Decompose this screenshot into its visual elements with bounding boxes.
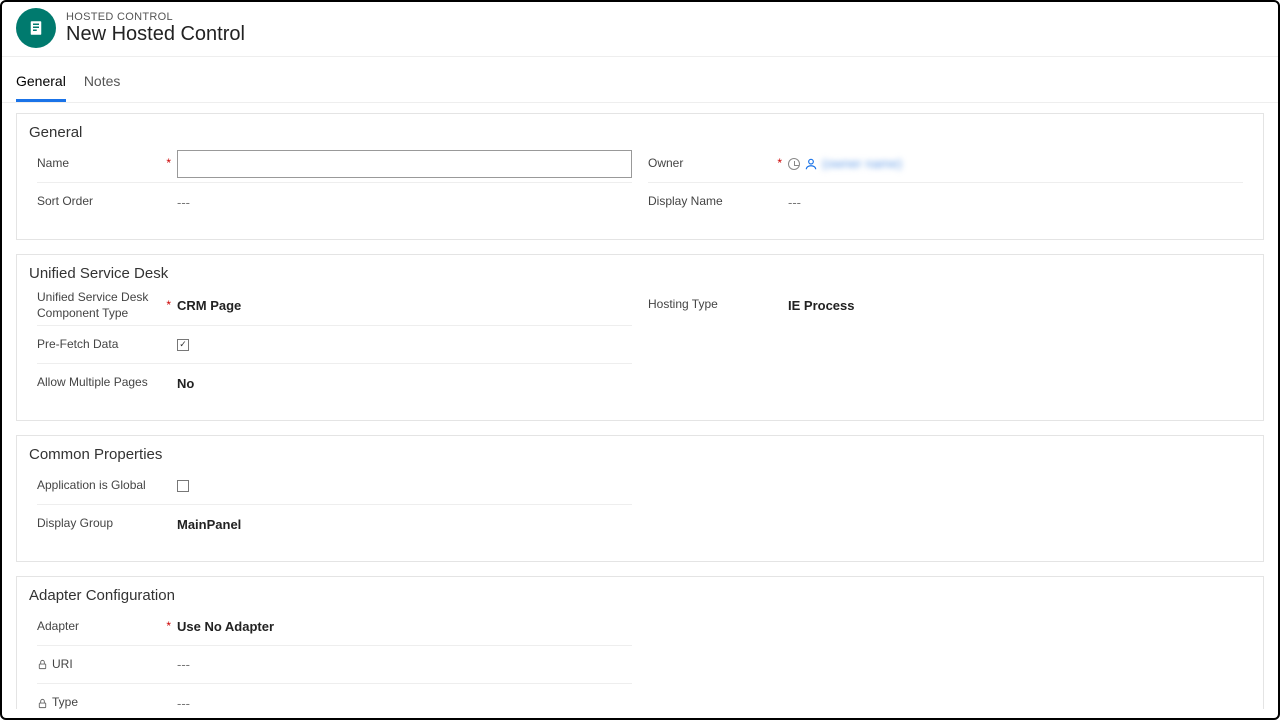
section-general: General Name * Sort Order --- [16, 113, 1264, 240]
label-display-name: Display Name [648, 194, 788, 210]
required-marker: * [166, 619, 171, 635]
checkbox-prefetch[interactable]: ✓ [177, 339, 189, 351]
label-name: Name * [37, 156, 177, 172]
form-content: General Name * Sort Order --- [2, 103, 1278, 709]
tab-general[interactable]: General [16, 67, 66, 102]
value-hosting-type[interactable]: IE Process [788, 298, 1243, 313]
label-display-group: Display Group [37, 516, 177, 532]
value-allow-multiple[interactable]: No [177, 376, 632, 391]
label-hosting-type: Hosting Type [648, 297, 788, 313]
label-component-type: Unified Service Desk Component Type * [37, 290, 177, 321]
page-title: New Hosted Control [66, 23, 245, 46]
value-uri: --- [177, 657, 632, 672]
section-title-general: General [17, 114, 1263, 143]
label-owner: Owner * [648, 156, 788, 172]
required-marker: * [166, 298, 171, 314]
value-display-group[interactable]: MainPanel [177, 517, 632, 532]
section-common: Common Properties Application is Global … [16, 435, 1264, 562]
section-title-usd: Unified Service Desk [17, 255, 1263, 284]
required-marker: * [166, 156, 171, 172]
label-uri: URI [37, 657, 177, 673]
entity-icon [16, 8, 56, 48]
label-allow-multiple: Allow Multiple Pages [37, 375, 177, 391]
page-header: HOSTED CONTROL New Hosted Control [2, 2, 1278, 57]
lock-icon [37, 659, 48, 670]
value-display-name[interactable]: --- [788, 195, 1243, 210]
form-tabs: General Notes [2, 57, 1278, 103]
label-adapter: Adapter * [37, 619, 177, 635]
label-prefetch: Pre-Fetch Data [37, 337, 177, 353]
name-input[interactable] [177, 150, 632, 178]
person-icon [804, 157, 818, 171]
section-title-adapter: Adapter Configuration [17, 577, 1263, 606]
section-adapter: Adapter Configuration Adapter * Use No A… [16, 576, 1264, 709]
entity-type-label: HOSTED CONTROL [66, 11, 245, 23]
value-component-type[interactable]: CRM Page [177, 298, 632, 313]
label-sort-order: Sort Order [37, 194, 177, 210]
checkbox-app-global[interactable] [177, 480, 189, 492]
value-adapter[interactable]: Use No Adapter [177, 619, 632, 634]
value-type: --- [177, 696, 632, 709]
tab-notes[interactable]: Notes [84, 67, 121, 102]
lock-icon [37, 698, 48, 709]
required-marker: * [777, 156, 782, 172]
clock-icon [788, 158, 800, 170]
label-app-global: Application is Global [37, 478, 177, 494]
value-owner[interactable]: (owner name) [788, 156, 1243, 171]
value-sort-order[interactable]: --- [177, 195, 632, 210]
label-type: Type [37, 695, 177, 709]
section-title-common: Common Properties [17, 436, 1263, 465]
section-usd: Unified Service Desk Unified Service Des… [16, 254, 1264, 421]
